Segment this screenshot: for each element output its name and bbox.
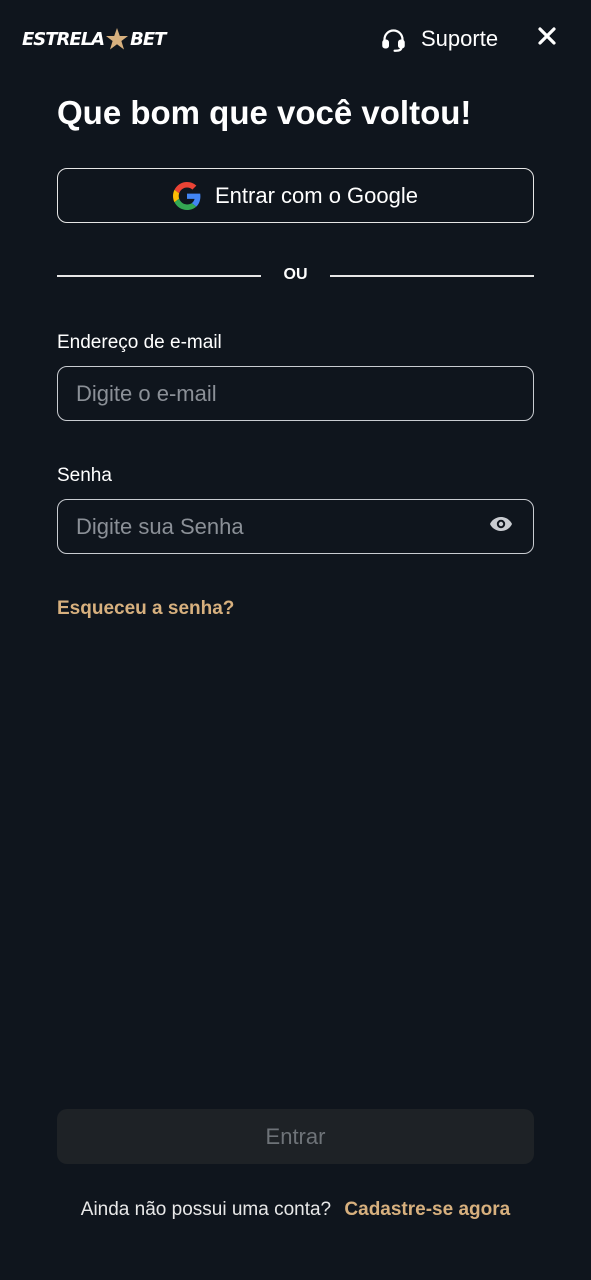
google-button-label: Entrar com o Google: [215, 182, 418, 208]
google-login-button[interactable]: Entrar com o Google: [57, 168, 534, 223]
signup-link[interactable]: Cadastre-se agora: [344, 1199, 510, 1220]
star-icon: [105, 27, 129, 51]
signup-row: Ainda não possui uma conta? Cadastre-se …: [0, 1199, 591, 1221]
eye-icon: [489, 512, 513, 541]
email-field-container: [57, 366, 534, 421]
show-password-button[interactable]: [481, 507, 521, 547]
submit-label: Entrar: [265, 1123, 326, 1149]
page-title: Que bom que você voltou!: [57, 94, 472, 131]
divider-line-right: [330, 275, 534, 277]
submit-button[interactable]: Entrar: [57, 1109, 534, 1164]
email-field[interactable]: [58, 367, 533, 420]
signup-prompt: Ainda não possui uma conta?: [80, 1199, 332, 1220]
password-field-container: [57, 499, 534, 554]
google-icon: [173, 181, 201, 210]
logo-text-left: ESTRELA: [22, 28, 105, 50]
password-label: Senha: [57, 465, 112, 486]
logo-text-right: BET: [130, 28, 166, 50]
or-divider: OU: [57, 262, 534, 290]
brand-logo[interactable]: ESTRELA BET: [22, 22, 166, 56]
close-button[interactable]: [531, 22, 563, 54]
password-field[interactable]: [58, 500, 481, 553]
login-page: ESTRELA BET Suporte Que bom que você vol…: [0, 0, 591, 1280]
close-icon: [537, 26, 557, 51]
header: ESTRELA BET Suporte: [0, 0, 591, 78]
forgot-password-link[interactable]: Esqueceu a senha?: [57, 598, 234, 620]
email-label: Endereço de e-mail: [57, 332, 222, 353]
support-button[interactable]: Suporte: [380, 22, 498, 56]
support-label: Suporte: [421, 26, 499, 51]
headset-icon: [380, 26, 407, 53]
